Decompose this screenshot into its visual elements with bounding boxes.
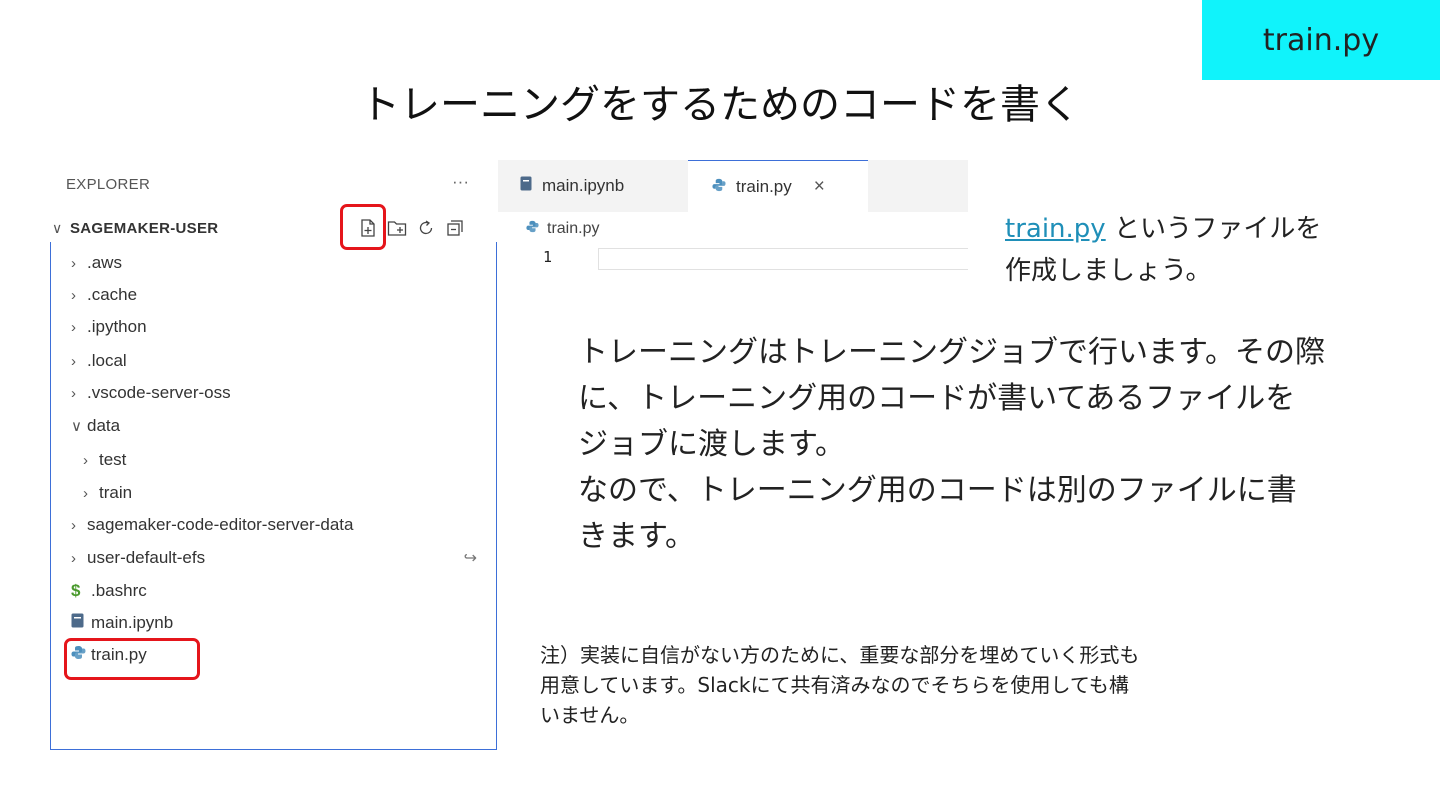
tree-item-label: .bashrc [91,581,147,600]
python-icon [526,220,539,238]
tree-item-label: .cache [87,285,138,304]
explorer-panel: EXPLORER ··· ∨ SAGEMAKER-USER › .aws › .… [50,160,498,750]
chevron-right-icon: › [71,352,76,370]
file-name-tag: train.py [1202,0,1440,80]
tree-item-label: .local [87,351,127,370]
chevron-down-icon: ∨ [71,418,82,435]
tree-item-test[interactable]: › test [83,445,126,475]
chevron-right-icon: › [71,384,76,402]
chevron-right-icon: › [83,451,88,469]
chevron-down-icon: ∨ [52,219,63,236]
explanation-line: に、トレーニング用のコードが書いてあるファイルを [578,381,1296,416]
slide-title: トレーニングをするためのコードを書く [360,82,1080,128]
chevron-right-icon: › [83,484,88,502]
tree-item-sagemaker-code-editor-server-data[interactable]: › sagemaker-code-editor-server-data [71,510,353,540]
symlink-icon: ↪ [463,550,477,567]
tab-label: main.ipynb [542,176,625,195]
tree-item-ipython[interactable]: › .ipython [71,312,147,342]
tree-item-label: train [99,483,133,502]
tree-item-main-ipynb[interactable]: main.ipynb [71,608,173,638]
python-icon [712,177,726,197]
chevron-right-icon: › [71,516,76,534]
tree-item-label: sagemaker-code-editor-server-data [87,515,354,534]
dollar-sign-icon: $ [71,581,81,600]
tree-item-train[interactable]: › train [83,478,132,508]
new-folder-icon[interactable] [387,218,407,238]
train-py-link[interactable]: train.py [1005,214,1106,244]
tree-item-user-default-efs[interactable]: › user-default-efs ↪ [71,543,477,573]
close-icon[interactable]: × [814,176,825,198]
note-text: 注）実装に自信がない方のために、重要な部分を埋めていく形式も 用意しています。S… [540,640,1400,730]
chevron-right-icon: › [71,286,76,304]
note-line: 用意しています。Slackにて共有済みなのでそちらを使用しても構 [540,673,1129,697]
notebook-icon [71,613,91,633]
notebook-icon [520,176,532,196]
tab-main-ipynb[interactable]: main.ipynb [498,160,688,212]
instruction-line2: 作成しましょう。 [1005,256,1212,286]
tree-item-data[interactable]: ∨ data [71,411,120,441]
workspace-root[interactable]: ∨ SAGEMAKER-USER [50,214,498,242]
editor-area: main.ipynb train.py × train.py 1 [498,160,968,285]
line-number: 1 [543,248,553,266]
tree-item-bashrc[interactable]: $ .bashrc [71,576,147,606]
explorer-header: EXPLORER [66,176,151,193]
chevron-right-icon: › [71,549,76,567]
refresh-icon[interactable] [416,218,436,238]
tree-item-label: data [87,416,121,435]
train-py-highlight [64,638,200,680]
instruction-text: train.py というファイルを 作成しましょう。 [1005,208,1321,292]
collapse-all-icon[interactable] [445,218,465,238]
tree-item-label: test [99,450,127,469]
note-line: いません。 [540,703,640,727]
tree-item-label: main.ipynb [91,613,174,632]
code-line[interactable] [598,248,968,270]
breadcrumb[interactable]: train.py [526,220,599,238]
tree-item-label: .aws [87,253,122,272]
tab-label: train.py [736,176,792,196]
chevron-right-icon: › [71,254,76,272]
tree-item-label: .ipython [87,317,147,336]
tab-train-py[interactable]: train.py × [688,160,868,212]
more-actions-icon[interactable]: ··· [452,172,469,192]
explanation-line: ジョブに渡します。 [578,427,845,462]
tree-item-label: user-default-efs [87,548,206,567]
editor-tabs: main.ipynb train.py × [498,160,968,212]
tree-item-aws[interactable]: › .aws [71,248,122,278]
workspace-root-label: SAGEMAKER-USER [70,219,219,237]
new-file-highlight [340,204,386,250]
instruction-line1: というファイルを [1105,214,1322,244]
tree-item-local[interactable]: › .local [71,346,127,376]
explanation-text: トレーニングはトレーニングジョブで行います。その際 に、トレーニング用のコードが… [578,330,1398,560]
tree-item-label: .vscode-server-oss [87,383,231,402]
note-line: 注）実装に自信がない方のために、重要な部分を埋めていく形式も [540,643,1140,667]
tree-item-cache[interactable]: › .cache [71,280,137,310]
breadcrumb-label: train.py [547,220,600,237]
chevron-right-icon: › [71,318,76,336]
explanation-line: なので、トレーニング用のコードは別のファイルに書 [578,473,1297,508]
explanation-line: トレーニングはトレーニングジョブで行います。その際 [578,335,1325,370]
explanation-line: きます。 [578,519,695,554]
tree-item-vscode-server-oss[interactable]: › .vscode-server-oss [71,378,231,408]
